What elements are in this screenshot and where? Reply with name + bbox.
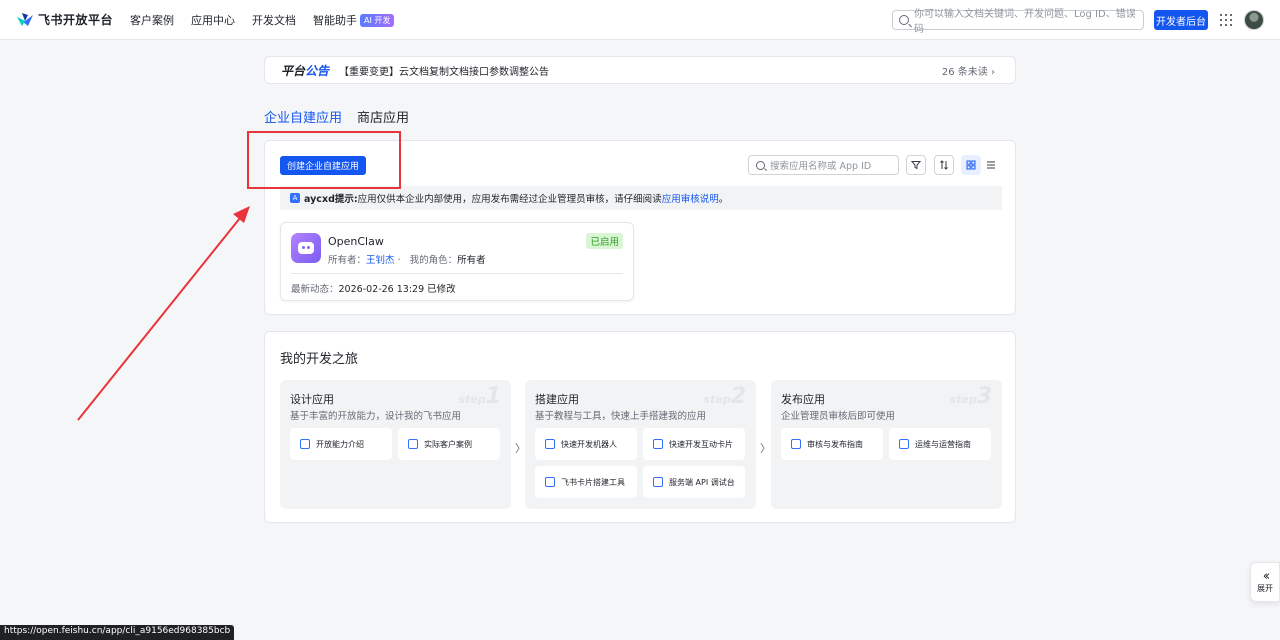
annotation-highlight-box	[247, 131, 401, 189]
book-icon	[653, 439, 663, 449]
grid-view-toggle[interactable]	[961, 155, 981, 175]
announcement-label: 平台公告	[281, 63, 330, 78]
app-card-openclaw[interactable]: OpenClaw 所有者：王钊杰 · 我的角色：所有者 已启用 最新动态：202…	[280, 222, 634, 301]
step-design: 设计应用 基于丰富的开放能力，设计我的飞书应用 step1 开放能力介绍 实际客…	[280, 380, 511, 509]
dev-journey-panel: 我的开发之旅 设计应用 基于丰富的开放能力，设计我的飞书应用 step1 开放能…	[264, 331, 1016, 523]
top-nav-bar: 飞书开放平台 客户案例 应用中心 开发文档 智能助手 AI 开发 你可以输入文档…	[0, 0, 1280, 40]
journey-title: 我的开发之旅	[280, 352, 359, 367]
link-customer-cases[interactable]: 实际客户案例	[398, 428, 500, 460]
tip-end: 。	[718, 194, 729, 205]
doc-icon	[300, 439, 310, 449]
sort-button[interactable]	[934, 155, 954, 175]
step-title: 搭建应用	[535, 393, 579, 406]
ai-badge: AI 开发	[360, 13, 395, 27]
link-api-explorer[interactable]: 服务端 API 调试台	[643, 466, 745, 498]
link-quick-card[interactable]: 快速开发互动卡片	[643, 428, 745, 460]
notice-tip: A aycxd提示: 应用仅供本企业内部使用，应用发布需经过企业管理员审核，请仔…	[280, 186, 1002, 210]
nav-ai-assistant[interactable]: 智能助手 AI 开发	[313, 12, 395, 28]
announcement-bar[interactable]: 平台公告 【重要变更】云文档复制文档接口参数调整公告 26 条未读 ›	[264, 56, 1016, 84]
step-title: 发布应用	[781, 393, 825, 406]
sort-icon	[940, 160, 948, 170]
divider	[291, 273, 623, 274]
step-desc: 基于丰富的开放能力，设计我的飞书应用	[290, 411, 462, 422]
case-icon	[408, 439, 418, 449]
doc-search-placeholder: 你可以输入文档关键词、开发问题、Log ID、错误码	[914, 9, 1136, 35]
annotation-arrow	[77, 206, 250, 421]
step-build: 搭建应用 基于教程与工具，快速上手搭建我的应用 step2 快速开发机器人 快速…	[525, 380, 756, 509]
step-desc: 企业管理员审核后即可使用	[781, 411, 896, 422]
book-icon	[545, 439, 555, 449]
app-name: OpenClaw	[328, 235, 384, 248]
status-badge: 已启用	[586, 233, 623, 249]
developer-console-button[interactable]: 开发者后台	[1154, 10, 1208, 30]
link-review-guide[interactable]: 审核与发布指南	[781, 428, 883, 460]
step-watermark: step2	[703, 384, 746, 409]
search-icon	[899, 15, 909, 25]
app-type-tabs: 企业自建应用 商店应用	[264, 107, 424, 133]
search-icon	[756, 160, 765, 170]
grid-view-icon	[966, 160, 976, 170]
filter-icon	[911, 161, 921, 170]
step-desc: 基于教程与工具，快速上手搭建我的应用	[535, 411, 707, 422]
tip-user: aycxd提示:	[304, 194, 358, 205]
link-preview-url: https://open.feishu.cn/app/cli_a9156ed96…	[0, 625, 235, 640]
chevron-right-icon: 〉	[760, 442, 771, 455]
feishu-logo-icon	[17, 12, 33, 26]
owner-link[interactable]: 王钊杰	[366, 255, 395, 266]
app-meta: 所有者：王钊杰 · 我的角色：所有者	[328, 255, 486, 266]
api-icon	[653, 477, 663, 487]
nav-dev-docs[interactable]: 开发文档	[252, 12, 296, 28]
robot-app-icon	[291, 233, 321, 263]
filter-button[interactable]	[906, 155, 926, 175]
nav-ai-assistant-label: 智能助手	[313, 14, 357, 27]
link-ops-guide[interactable]: 运维与运营指南	[889, 428, 991, 460]
tab-enterprise-apps[interactable]: 企业自建应用	[264, 107, 343, 133]
link-quick-bot[interactable]: 快速开发机器人	[535, 428, 637, 460]
brand-logo[interactable]: 飞书开放平台	[16, 11, 113, 28]
unread-count-link[interactable]: 26 条未读 ›	[942, 63, 995, 78]
step-watermark: step3	[949, 384, 992, 409]
app-grid-icon[interactable]	[1220, 14, 1232, 26]
app-search-input[interactable]: 搜索应用名称或 App ID	[748, 155, 899, 175]
list-view-toggle[interactable]	[981, 155, 1001, 175]
user-icon	[791, 439, 801, 449]
nav-app-center[interactable]: 应用中心	[191, 12, 235, 28]
main-nav: 客户案例 应用中心 开发文档 智能助手 AI 开发	[130, 12, 411, 28]
step-publish: 发布应用 企业管理员审核后即可使用 step3 审核与发布指南 运维与运营指南	[771, 380, 1002, 509]
tab-store-apps[interactable]: 商店应用	[357, 107, 409, 133]
double-chevron-left-icon: ‹‹	[1262, 568, 1271, 584]
step-title: 设计应用	[290, 393, 334, 406]
link-card-builder[interactable]: 飞书卡片搭建工具	[535, 466, 637, 498]
step-watermark: step1	[458, 384, 501, 409]
list-view-icon	[987, 161, 995, 169]
brand-name: 飞书开放平台	[38, 13, 114, 27]
nav-customer-cases[interactable]: 客户案例	[130, 12, 174, 28]
builder-icon	[545, 477, 555, 487]
expand-sidebar-button[interactable]: ‹‹ 展开	[1250, 562, 1280, 602]
app-updated: 最新动态：2026-02-26 13:29 已修改	[291, 284, 456, 295]
info-badge-icon: A	[290, 193, 300, 203]
user-avatar[interactable]	[1244, 10, 1264, 30]
tip-text: 应用仅供本企业内部使用，应用发布需经过企业管理员审核，请仔细阅读	[357, 194, 662, 205]
expand-label: 展开	[1257, 583, 1273, 593]
doc-search-input[interactable]: 你可以输入文档关键词、开发问题、Log ID、错误码	[892, 9, 1144, 35]
chart-icon	[899, 439, 909, 449]
review-guide-link[interactable]: 应用审核说明	[662, 191, 719, 205]
announcement-text[interactable]: 【重要变更】云文档复制文档接口参数调整公告	[339, 63, 549, 78]
link-capabilities-intro[interactable]: 开放能力介绍	[290, 428, 392, 460]
app-search-placeholder: 搜索应用名称或 App ID	[770, 161, 872, 172]
